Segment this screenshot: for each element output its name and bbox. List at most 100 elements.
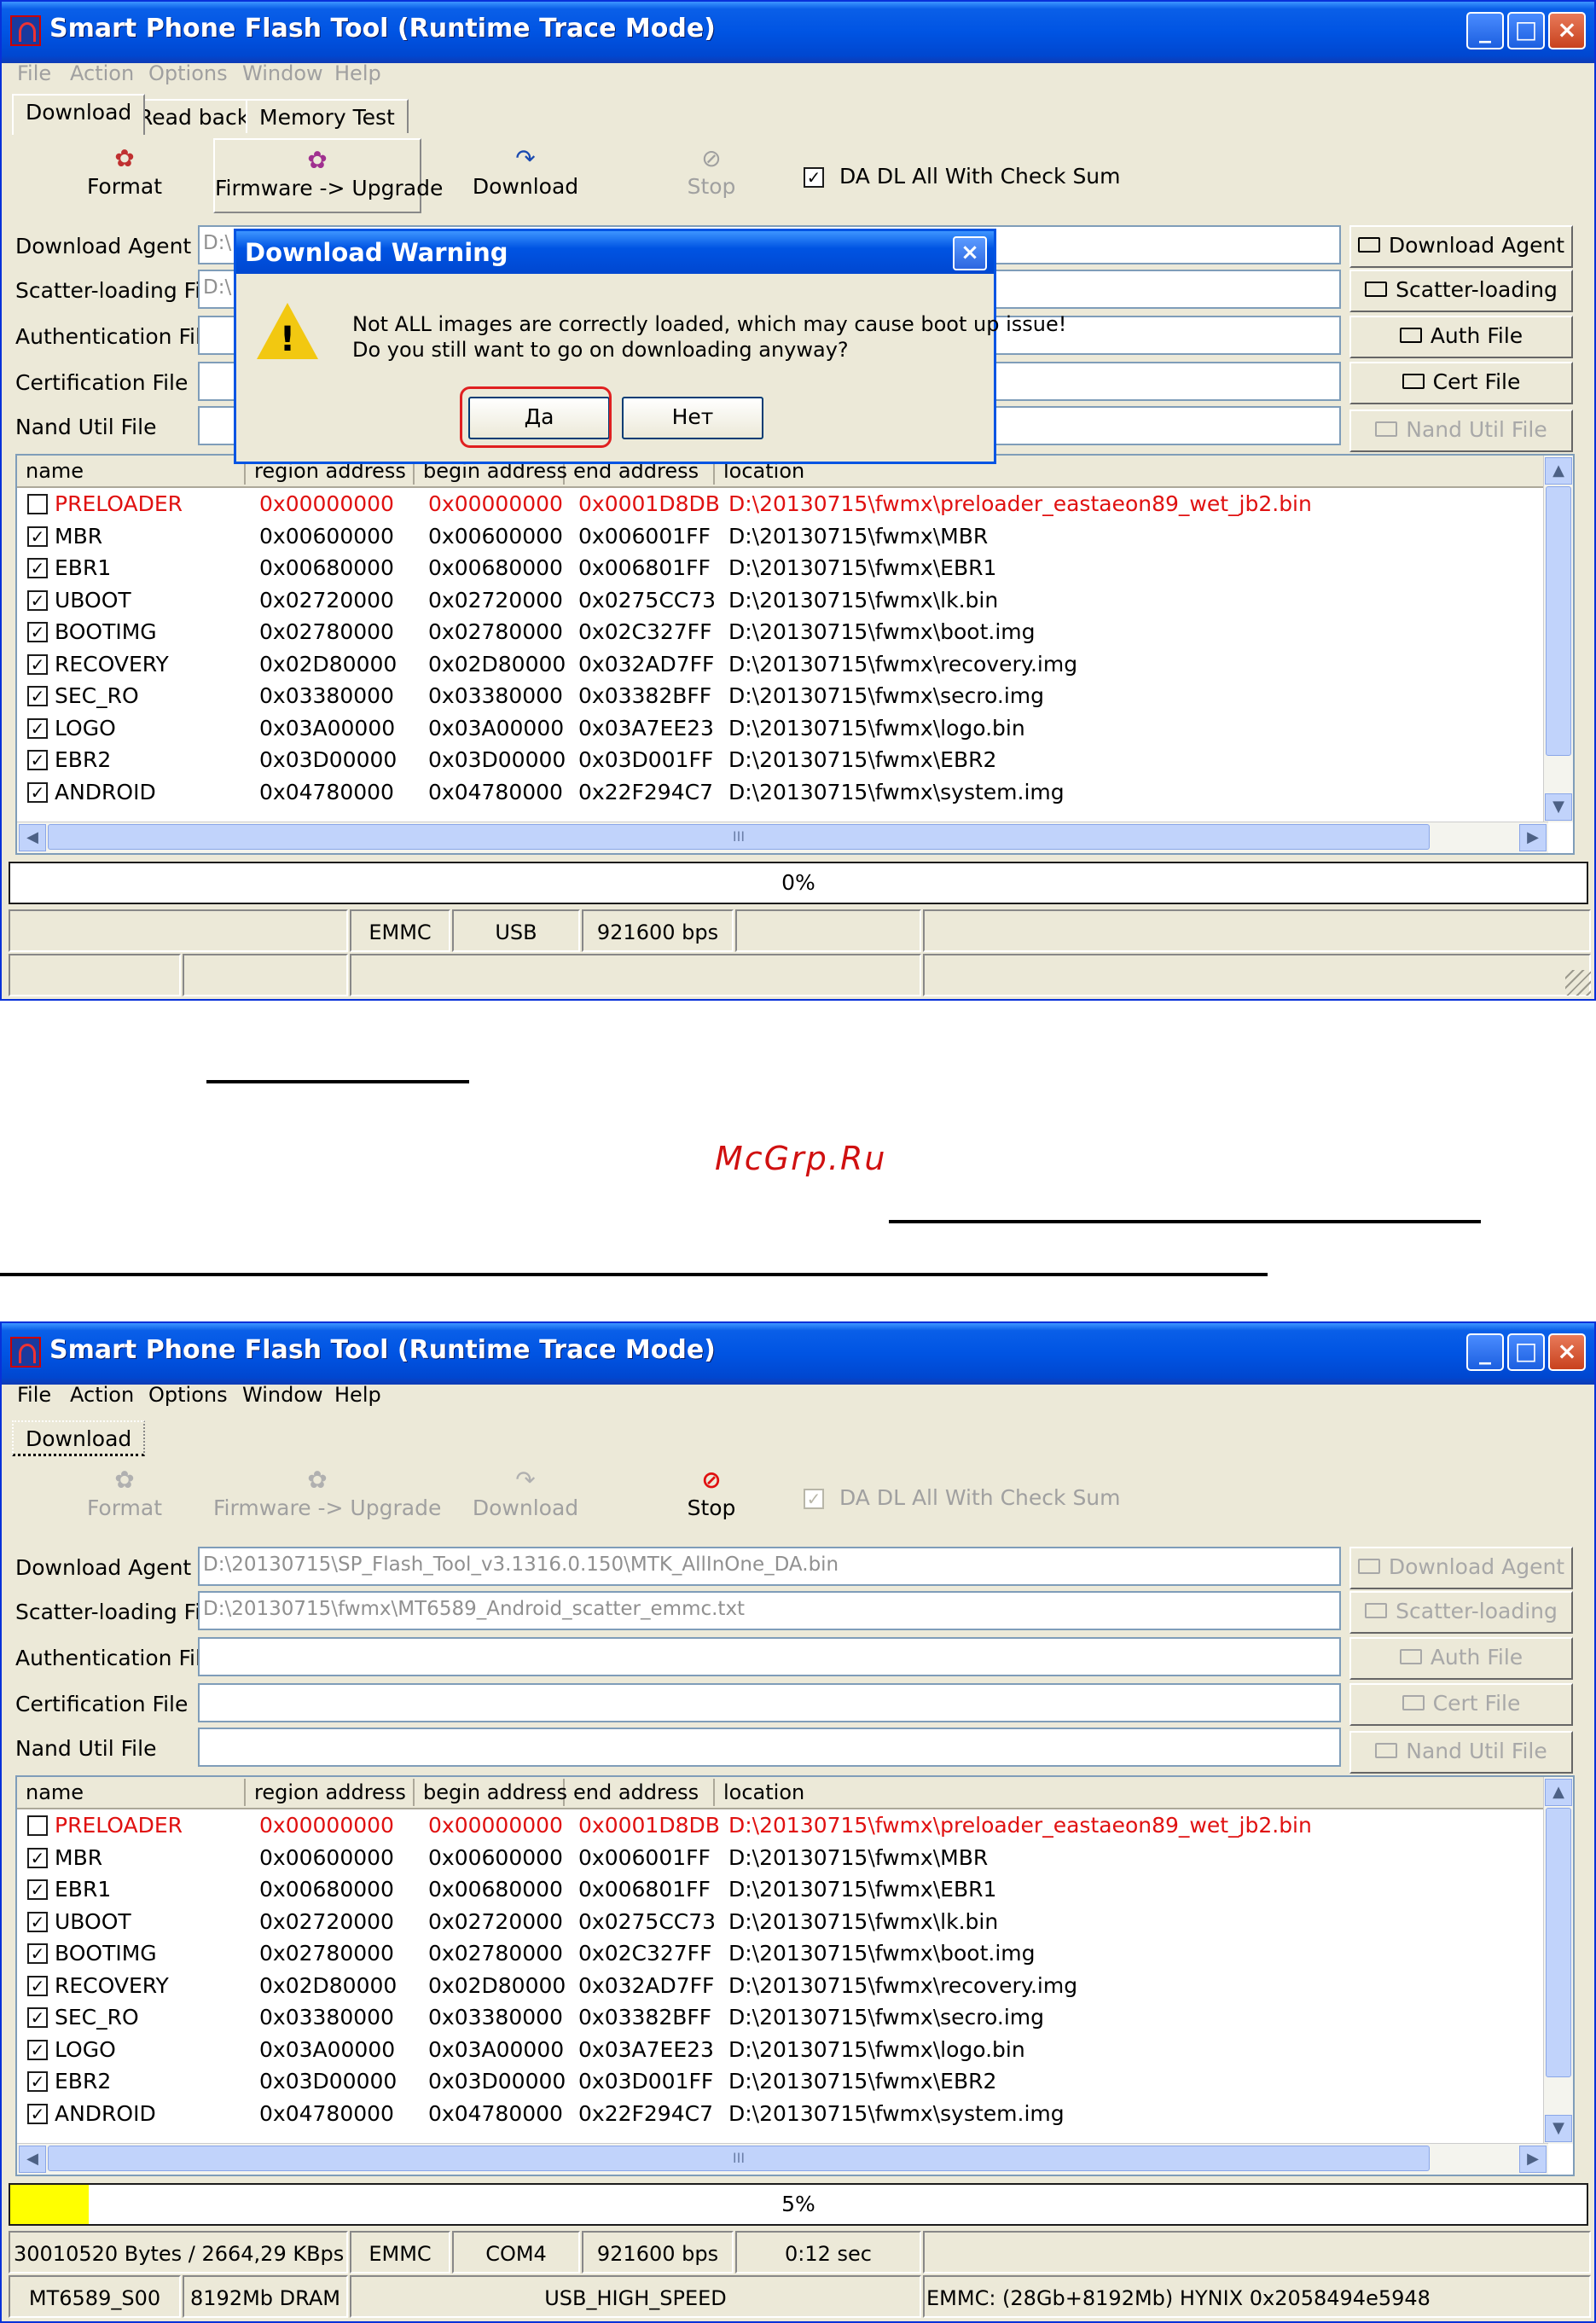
download-agent-button[interactable]: Download Agent xyxy=(1349,1547,1573,1589)
title-bar[interactable]: Smart Phone Flash Tool (Runtime Trace Mo… xyxy=(2,1323,1594,1385)
table-row[interactable]: ✓ MBR 0x00600000 0x00600000 0x006001FF D:\201… xyxy=(17,520,1548,552)
scroll-up-arrow-icon[interactable]: ▲ xyxy=(1545,457,1572,485)
location-column-header[interactable]: location xyxy=(715,1779,1548,1806)
scroll-right-arrow-icon[interactable]: ▶ xyxy=(1519,2146,1547,2173)
tab-memory-test[interactable]: Memory Test xyxy=(246,99,409,133)
menu-action[interactable]: Action xyxy=(70,1383,134,1407)
menu-window[interactable]: Window xyxy=(242,61,323,85)
table-row[interactable]: ✓ MBR 0x00600000 0x00600000 0x006001FF D:\201… xyxy=(17,1842,1548,1873)
horizontal-scroll-thumb[interactable]: III xyxy=(48,2146,1430,2171)
row-checkbox[interactable]: ✓ xyxy=(27,1879,48,1900)
row-checkbox[interactable]: ✓ xyxy=(27,1847,48,1868)
table-row[interactable]: ✓ EBR1 0x00680000 0x00680000 0x006801FF D:\20… xyxy=(17,552,1548,584)
row-checkbox[interactable]: ✓ xyxy=(27,653,48,675)
checksum-checkbox[interactable]: ✓ xyxy=(804,167,824,188)
table-row[interactable]: ✓ SEC_RO 0x03380000 0x03380000 0x03382BFF D:\… xyxy=(17,2001,1548,2033)
table-row[interactable]: PRELOADER 0x00000000 0x00000000 0x0001D8DB D… xyxy=(17,488,1548,520)
format-button[interactable]: ✿ Format xyxy=(48,1460,201,1535)
table-row[interactable]: ✓ EBR2 0x03D00000 0x03D00000 0x03D001FF D:\20… xyxy=(17,744,1548,775)
close-button[interactable]: × xyxy=(1548,12,1586,49)
row-checkbox[interactable] xyxy=(27,1815,48,1836)
menu-file[interactable]: File xyxy=(17,1383,51,1407)
scatter-loading-button[interactable]: Scatter-loading xyxy=(1349,270,1573,312)
scroll-left-arrow-icon[interactable]: ◀ xyxy=(19,2146,46,2173)
row-checkbox[interactable]: ✓ xyxy=(27,2071,48,2092)
close-button[interactable]: × xyxy=(1548,1333,1586,1371)
table-row[interactable]: ✓ UBOOT 0x02720000 0x02720000 0x0275CC73 D:\2… xyxy=(17,584,1548,616)
scatter-loading-field[interactable]: D:\20130715\fwmx\MT6589_Android_scatter_… xyxy=(198,1591,1341,1630)
table-row[interactable]: ✓ LOGO 0x03A00000 0x03A00000 0x03A7EE23 D:\20… xyxy=(17,712,1548,744)
cert-file-button[interactable]: Cert File xyxy=(1349,1683,1573,1726)
table-row[interactable]: ✓ BOOTIMG 0x02780000 0x02780000 0x02C327FF D:… xyxy=(17,616,1548,648)
table-row[interactable]: ✓ RECOVERY 0x02D80000 0x02D80000 0x032AD7FF D… xyxy=(17,648,1548,680)
nand-util-field[interactable] xyxy=(198,1728,1341,1767)
format-button[interactable]: ✿ Format xyxy=(48,138,201,213)
row-checkbox[interactable]: ✓ xyxy=(27,558,48,578)
table-row[interactable]: ✓ SEC_RO 0x03380000 0x03380000 0x03382BFF D:\… xyxy=(17,680,1548,711)
resize-grip[interactable] xyxy=(1565,970,1591,996)
scroll-down-arrow-icon[interactable]: ▼ xyxy=(1545,793,1572,821)
cert-file-button[interactable]: Cert File xyxy=(1349,362,1573,404)
row-checkbox[interactable]: ✓ xyxy=(27,686,48,706)
vertical-scrollbar[interactable]: ▲ ▼ xyxy=(1543,1777,1573,2144)
menu-help[interactable]: Help xyxy=(334,1383,381,1407)
row-checkbox[interactable]: ✓ xyxy=(27,1911,48,1932)
download-agent-button[interactable]: Download Agent xyxy=(1349,225,1573,268)
firmware-upgrade-button[interactable]: ✿ Firmware -> Upgrade xyxy=(213,1460,441,1535)
table-row[interactable]: ✓ UBOOT 0x02720000 0x02720000 0x0275CC73 D:\2… xyxy=(17,1906,1548,1937)
nand-util-file-button[interactable]: Nand Util File xyxy=(1349,1731,1573,1774)
horizontal-scrollbar[interactable]: ◀ III ▶ xyxy=(17,822,1548,853)
checksum-option[interactable]: ✓ DA DL All With Check Sum xyxy=(804,1485,1121,1510)
menu-action[interactable]: Action xyxy=(70,61,134,85)
name-column-header[interactable]: name xyxy=(17,1779,246,1806)
download-agent-field[interactable]: D:\20130715\SP_Flash_Tool_v3.1316.0.150\… xyxy=(198,1547,1341,1586)
stop-button[interactable]: ⊘ Stop xyxy=(643,1460,780,1535)
begin-address-column-header[interactable]: begin address xyxy=(415,1779,567,1806)
horizontal-scrollbar[interactable]: ◀ III ▶ xyxy=(17,2143,1548,2175)
scroll-right-arrow-icon[interactable]: ▶ xyxy=(1519,824,1547,851)
row-checkbox[interactable]: ✓ xyxy=(27,2103,48,2124)
download-button[interactable]: ↷ Download xyxy=(440,138,611,213)
row-checkbox[interactable]: ✓ xyxy=(27,750,48,770)
table-row[interactable]: ✓ ANDROID 0x04780000 0x04780000 0x22F294C7 D:… xyxy=(17,776,1548,808)
firmware-upgrade-button[interactable]: ✿ Firmware -> Upgrade xyxy=(213,138,443,213)
menu-options[interactable]: Options xyxy=(148,61,228,85)
menu-help[interactable]: Help xyxy=(334,61,381,85)
menu-options[interactable]: Options xyxy=(148,1383,228,1407)
vertical-scroll-thumb[interactable] xyxy=(1546,486,1571,756)
table-row[interactable]: ✓ EBR2 0x03D00000 0x03D00000 0x03D001FF D:\20… xyxy=(17,2065,1548,2097)
vertical-scroll-thumb[interactable] xyxy=(1546,1808,1571,2077)
horizontal-scroll-thumb[interactable]: III xyxy=(48,824,1430,850)
scroll-up-arrow-icon[interactable]: ▲ xyxy=(1545,1779,1572,1806)
authentication-field[interactable] xyxy=(198,1637,1341,1676)
nand-util-file-button[interactable]: Nand Util File xyxy=(1349,409,1573,452)
dialog-close-button[interactable]: × xyxy=(953,236,987,270)
table-row[interactable]: ✓ RECOVERY 0x02D80000 0x02D80000 0x032AD7FF D… xyxy=(17,1970,1548,2001)
auth-file-button[interactable]: Auth File xyxy=(1349,1637,1573,1680)
row-checkbox[interactable]: ✓ xyxy=(27,781,48,803)
maximize-button[interactable]: □ xyxy=(1507,12,1545,49)
row-checkbox[interactable]: ✓ xyxy=(27,2039,48,2060)
row-checkbox[interactable]: ✓ xyxy=(27,1975,48,1996)
menu-window[interactable]: Window xyxy=(242,1383,323,1407)
table-row[interactable]: ✓ BOOTIMG 0x02780000 0x02780000 0x02C327FF D:… xyxy=(17,1937,1548,1969)
end-address-column-header[interactable]: end address xyxy=(565,1779,715,1806)
name-column-header[interactable]: name xyxy=(17,457,246,485)
row-checkbox[interactable]: ✓ xyxy=(27,2007,48,2028)
row-checkbox[interactable]: ✓ xyxy=(27,1943,48,1964)
auth-file-button[interactable]: Auth File xyxy=(1349,316,1573,358)
certification-field[interactable] xyxy=(198,1683,1341,1722)
table-row[interactable]: ✓ ANDROID 0x04780000 0x04780000 0x22F294C7 D:… xyxy=(17,2098,1548,2129)
title-bar[interactable]: Smart Phone Flash Tool (Runtime Trace Mo… xyxy=(2,2,1594,63)
table-row[interactable]: ✓ LOGO 0x03A00000 0x03A00000 0x03A7EE23 D:\20… xyxy=(17,2034,1548,2065)
scroll-left-arrow-icon[interactable]: ◀ xyxy=(19,824,46,851)
tab-read-back[interactable]: Read back xyxy=(125,99,264,133)
row-checkbox[interactable]: ✓ xyxy=(27,526,48,547)
table-row[interactable]: PRELOADER 0x00000000 0x00000000 0x0001D8DB D… xyxy=(17,1809,1548,1841)
no-button[interactable]: Нет xyxy=(622,397,763,439)
tab-download[interactable]: Download xyxy=(12,1420,146,1456)
checksum-checkbox[interactable]: ✓ xyxy=(804,1489,824,1509)
menu-file[interactable]: File xyxy=(17,61,51,85)
scatter-loading-button[interactable]: Scatter-loading xyxy=(1349,1591,1573,1634)
dialog-title-bar[interactable]: Download Warning × xyxy=(236,231,994,274)
